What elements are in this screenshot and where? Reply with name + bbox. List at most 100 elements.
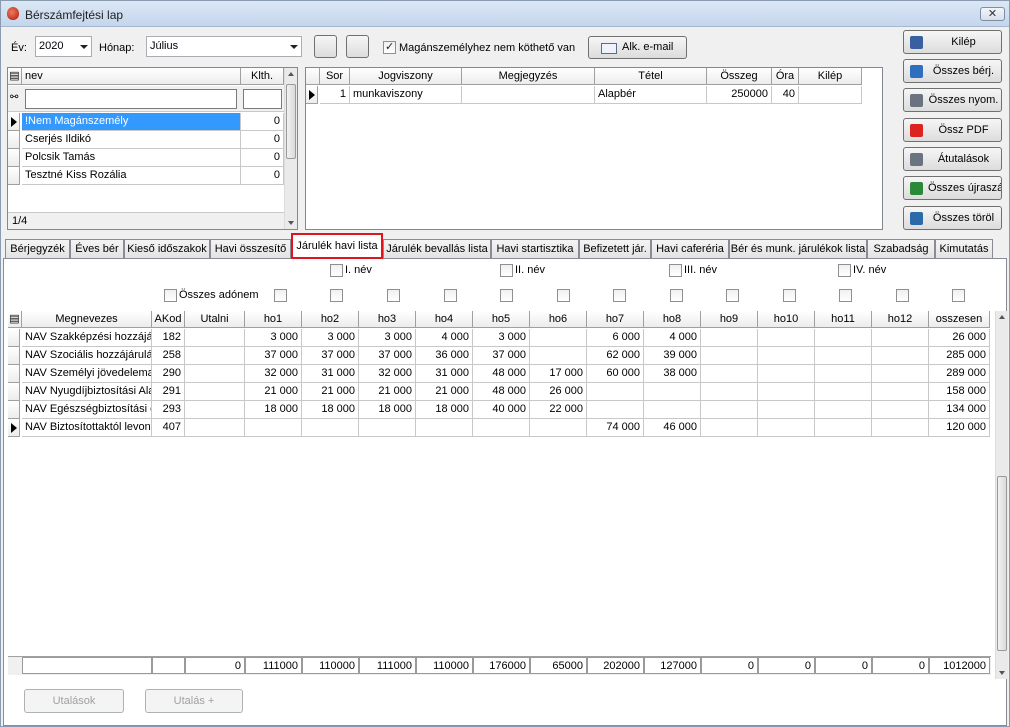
main-cell[interactable]: 17 000 [530, 365, 587, 383]
scroll-thumb[interactable] [286, 84, 296, 159]
tab-1[interactable]: Bérjegyzék [5, 239, 70, 258]
person-klth[interactable]: 0 [241, 131, 284, 149]
blank-button-1[interactable] [314, 35, 337, 58]
main-cell[interactable]: 291 [152, 383, 185, 401]
main-cell[interactable] [815, 401, 872, 419]
main-cell[interactable] [644, 383, 701, 401]
main-cell[interactable]: 60 000 [587, 365, 644, 383]
main-cell[interactable] [701, 347, 758, 365]
tab-11[interactable]: Szabadság [867, 239, 935, 258]
main-header-ho4[interactable]: ho4 [416, 311, 473, 328]
main-header-osszesen[interactable]: osszesen [929, 311, 990, 328]
main-cell[interactable]: 3 000 [473, 329, 530, 347]
nev-checkbox-4[interactable] [838, 264, 851, 277]
main-cell[interactable]: 182 [152, 329, 185, 347]
main-cell[interactable]: 48 000 [473, 383, 530, 401]
main-cell[interactable]: 407 [152, 419, 185, 437]
scroll-down-icon[interactable] [999, 671, 1005, 675]
main-cell[interactable] [758, 365, 815, 383]
scroll-up-icon[interactable] [288, 72, 294, 76]
main-cell[interactable]: 289 000 [929, 365, 990, 383]
tab-10[interactable]: Bér és munk. járulékok lista [729, 239, 867, 258]
contract-cell[interactable]: 1 [320, 86, 350, 104]
main-cell[interactable]: 62 000 [587, 347, 644, 365]
tab-4[interactable]: Havi összesítő [210, 239, 291, 258]
main-cell[interactable] [701, 401, 758, 419]
main-cell[interactable] [185, 419, 245, 437]
column-checkbox-12[interactable] [896, 289, 909, 302]
close-button[interactable]: ✕ [980, 7, 1005, 21]
main-cell[interactable]: 21 000 [302, 383, 359, 401]
main-header-Utalni[interactable]: Utalni [185, 311, 245, 328]
main-cell[interactable] [758, 383, 815, 401]
main-cell[interactable]: NAV Egészségbiztosítási é [22, 401, 152, 419]
main-cell[interactable]: 4 000 [416, 329, 473, 347]
person-klth[interactable]: 0 [241, 113, 284, 131]
ev-select[interactable]: 2020 [35, 36, 92, 57]
main-cell[interactable]: 3 000 [302, 329, 359, 347]
column-checkbox-1[interactable] [274, 289, 287, 302]
main-cell[interactable] [185, 401, 245, 419]
main-cell[interactable] [185, 365, 245, 383]
main-cell[interactable] [815, 365, 872, 383]
column-checkbox-2[interactable] [330, 289, 343, 302]
main-cell[interactable]: 120 000 [929, 419, 990, 437]
tab-9[interactable]: Havi caferéria [651, 239, 729, 258]
main-cell[interactable] [815, 419, 872, 437]
main-cell[interactable] [701, 383, 758, 401]
nev-checkbox-1[interactable] [330, 264, 343, 277]
main-cell[interactable] [701, 419, 758, 437]
contract-header-3[interactable]: Tétel [595, 68, 707, 85]
main-cell[interactable]: NAV Biztosítottaktól levont [22, 419, 152, 437]
main-cell[interactable]: 37 000 [245, 347, 302, 365]
utalas-plus-button[interactable]: Utalás + [145, 689, 243, 713]
contract-header-4[interactable]: Összeg [707, 68, 772, 85]
main-cell[interactable]: NAV Szakképzési hozzájár [22, 329, 152, 347]
klth-filter-input[interactable] [243, 89, 282, 109]
utalasok-button[interactable]: Utalások [24, 689, 124, 713]
grid-menu-icon[interactable]: ▤ [8, 68, 22, 85]
scroll-up-icon[interactable] [999, 315, 1005, 319]
contract-cell[interactable] [462, 86, 595, 104]
column-checkbox-8[interactable] [670, 289, 683, 302]
main-header-Megnevezes[interactable]: Megnevezes [22, 311, 152, 328]
main-header-ho8[interactable]: ho8 [644, 311, 701, 328]
main-cell[interactable] [701, 329, 758, 347]
main-cell[interactable]: 18 000 [245, 401, 302, 419]
person-klth[interactable]: 0 [241, 167, 284, 185]
main-cell[interactable] [758, 419, 815, 437]
main-cell[interactable]: 31 000 [302, 365, 359, 383]
main-header-ho5[interactable]: ho5 [473, 311, 530, 328]
scroll-down-icon[interactable] [288, 221, 294, 225]
side-button-5[interactable]: Átutalások [903, 147, 1002, 171]
side-button-3[interactable]: Összes nyom. [903, 88, 1002, 112]
main-cell[interactable] [758, 329, 815, 347]
nev-checkbox-3[interactable] [669, 264, 682, 277]
main-cell[interactable]: 48 000 [473, 365, 530, 383]
tab-7[interactable]: Havi startisztika [491, 239, 579, 258]
column-checkbox-10[interactable] [783, 289, 796, 302]
side-button-6[interactable]: Összes újraszá. [903, 176, 1002, 200]
main-cell[interactable]: 158 000 [929, 383, 990, 401]
main-cell[interactable]: 37 000 [473, 347, 530, 365]
contract-cell[interactable]: 40 [772, 86, 799, 104]
main-cell[interactable] [530, 419, 587, 437]
main-cell[interactable] [530, 329, 587, 347]
main-cell[interactable] [530, 347, 587, 365]
main-cell[interactable] [701, 365, 758, 383]
main-cell[interactable] [872, 365, 929, 383]
tab-6[interactable]: Járulék bevallás lista [383, 239, 491, 258]
side-button-7[interactable]: Összes töröl [903, 206, 1002, 230]
column-checkbox-4[interactable] [444, 289, 457, 302]
person-name[interactable]: !Nem Magánszemély [22, 113, 241, 131]
contract-header-2[interactable]: Megjegyzés [462, 68, 595, 85]
main-header-AKod[interactable]: AKod [152, 311, 185, 328]
main-cell[interactable]: 37 000 [302, 347, 359, 365]
main-cell[interactable]: 18 000 [359, 401, 416, 419]
main-cell[interactable]: 3 000 [245, 329, 302, 347]
main-header-ho10[interactable]: ho10 [758, 311, 815, 328]
main-cell[interactable] [185, 329, 245, 347]
person-klth[interactable]: 0 [241, 149, 284, 167]
main-cell[interactable]: 31 000 [416, 365, 473, 383]
main-cell[interactable] [872, 329, 929, 347]
